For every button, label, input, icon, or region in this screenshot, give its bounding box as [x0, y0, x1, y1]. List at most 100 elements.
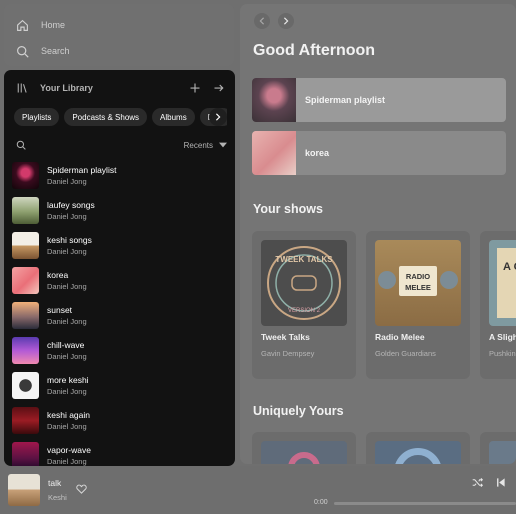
item-name: chill-wave — [47, 340, 85, 350]
show-cover: A CH P — [489, 240, 516, 326]
list-item[interactable]: more keshi Daniel Jong — [12, 368, 229, 403]
item-owner: Daniel Jong — [47, 317, 87, 326]
greeting-title: Good Afternoon — [253, 42, 376, 59]
show-title: A Sligh Plans — [489, 332, 516, 342]
player-bar: talk Keshi 0:00 — [0, 466, 516, 514]
item-name: laufey songs — [47, 200, 95, 210]
playlist-cover — [12, 337, 39, 364]
chevron-left-icon — [259, 17, 265, 25]
list-item[interactable]: chill-wave Daniel Jong — [12, 333, 229, 368]
list-item[interactable]: korea Daniel Jong — [12, 263, 229, 298]
shuffle-icon[interactable] — [472, 477, 483, 488]
item-owner: Daniel Jong — [47, 177, 87, 186]
quick-item[interactable]: Spiderman playlist — [252, 78, 506, 122]
show-cover: RADIO MELEE — [375, 240, 461, 326]
plus-icon[interactable] — [189, 82, 201, 94]
previous-icon[interactable] — [495, 477, 506, 488]
now-playing-cover — [8, 474, 40, 506]
library-header: Your Library — [16, 80, 225, 96]
nav-search[interactable]: Search — [16, 42, 70, 60]
now-playing-title[interactable]: talk — [48, 478, 61, 488]
quick-item[interactable]: korea — [252, 131, 506, 175]
library-panel: Your Library Playlists Podcasts & Shows … — [4, 70, 235, 466]
art-text-top: RADIO — [406, 272, 430, 281]
chip-podcasts-shows[interactable]: Podcasts & Shows — [64, 108, 148, 126]
library-list: Spiderman playlist Daniel Jong laufey son… — [12, 158, 229, 466]
playlist-cover — [12, 372, 39, 399]
art-text-bottom: MELEE — [405, 283, 431, 292]
show-art: A CH P — [497, 248, 516, 318]
main-content: Good Afternoon Spiderman playlist korea … — [240, 4, 516, 464]
home-icon — [17, 19, 28, 31]
item-name: sunset — [47, 305, 73, 315]
item-owner: Daniel Jong — [47, 387, 87, 396]
item-name: korea — [47, 270, 69, 280]
show-author: Pushkin — [489, 349, 516, 358]
top-nav: Home Search — [4, 4, 234, 66]
list-item[interactable]: Spiderman playlist Daniel Jong — [12, 158, 229, 193]
playlist-cover — [12, 267, 39, 294]
show-title: Radio Melee — [375, 332, 425, 342]
library-title[interactable]: Your Library — [40, 83, 93, 93]
library-icon[interactable] — [16, 82, 28, 94]
show-author: Gavin Dempsey — [261, 349, 315, 358]
playlist-cover — [12, 197, 39, 224]
item-owner: Daniel Jong — [47, 422, 87, 431]
item-owner: Daniel Jong — [47, 457, 87, 466]
show-card[interactable]: A CH P A Sligh Plans Pushkin — [480, 231, 516, 379]
playlist-cover — [12, 232, 39, 259]
list-item[interactable]: keshi songs Daniel Jong — [12, 228, 229, 263]
list-item[interactable]: laufey songs Daniel Jong — [12, 193, 229, 228]
item-name: keshi again — [47, 410, 91, 420]
chevron-right-icon — [215, 113, 221, 121]
list-item[interactable]: sunset Daniel Jong — [12, 298, 229, 333]
now-playing-artist[interactable]: Keshi — [48, 493, 67, 502]
section-title-uniquely-yours: Uniquely Yours — [253, 404, 344, 418]
section-title-shows: Your shows — [253, 202, 323, 216]
item-owner: Daniel Jong — [47, 247, 87, 256]
playlist-cover — [12, 442, 39, 466]
item-name: Spiderman playlist — [47, 165, 117, 175]
show-card[interactable]: RADIO MELEE Radio Melee Golden Guardians — [366, 231, 470, 379]
item-owner: Daniel Jong — [47, 282, 87, 291]
quick-item-name: Spiderman playlist — [305, 95, 386, 105]
arrow-right-icon[interactable] — [213, 82, 225, 94]
list-item[interactable]: vapor-wave Daniel Jong — [12, 438, 229, 466]
playlist-cover — [12, 302, 39, 329]
chip-playlists[interactable]: Playlists — [14, 108, 60, 126]
sort-label: Recents — [183, 140, 213, 150]
uniquely-row — [252, 432, 516, 464]
nav-home-label: Home — [41, 20, 66, 30]
heart-icon[interactable] — [76, 484, 87, 494]
mix-card[interactable] — [366, 432, 470, 464]
nav-home[interactable]: Home — [16, 16, 65, 34]
playlist-cover — [12, 162, 39, 189]
art-text-bottom: VERSION 2 — [288, 308, 321, 314]
list-item[interactable]: keshi again Daniel Jong — [12, 403, 229, 438]
item-name: keshi songs — [47, 235, 92, 245]
show-cover: TWEEK TALKS VERSION 2 — [261, 240, 347, 326]
tweek-talks-art: TWEEK TALKS VERSION 2 — [267, 246, 341, 320]
back-button[interactable] — [254, 13, 270, 29]
shows-row: TWEEK TALKS VERSION 2 Tweek Talks Gavin … — [252, 231, 516, 379]
quick-item-name: korea — [305, 148, 330, 158]
library-search-icon[interactable] — [16, 140, 26, 150]
show-card[interactable]: TWEEK TALKS VERSION 2 Tweek Talks Gavin … — [252, 231, 356, 379]
mix-card[interactable] — [480, 432, 516, 464]
caret-down-icon — [219, 142, 227, 148]
mix-card[interactable] — [252, 432, 356, 464]
forward-button[interactable] — [278, 13, 294, 29]
art-text-top: A CH P — [503, 261, 516, 273]
item-owner: Daniel Jong — [47, 212, 87, 221]
progress-bar[interactable] — [334, 502, 516, 505]
item-owner: Daniel Jong — [47, 352, 87, 361]
nav-search-label: Search — [41, 46, 70, 56]
item-name: more keshi — [47, 375, 89, 385]
chip-albums[interactable]: Albums — [152, 108, 195, 126]
sort-dropdown[interactable]: Recents — [184, 141, 227, 150]
library-search-row: Recents — [16, 138, 227, 152]
item-name: vapor-wave — [47, 445, 91, 455]
show-author: Golden Guardians — [375, 349, 436, 358]
chips-scroll-button[interactable] — [209, 108, 227, 126]
playlist-cover — [252, 78, 296, 122]
